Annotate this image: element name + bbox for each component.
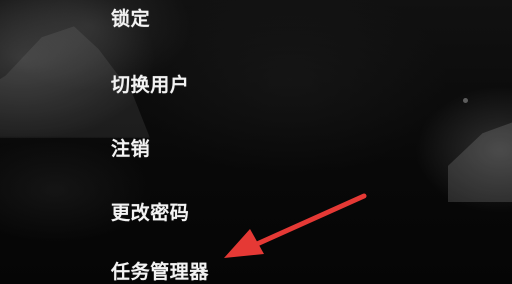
menu-item-sign-out-label: 注销 <box>111 137 151 160</box>
menu-item-change-password-label: 更改密码 <box>111 201 190 224</box>
ctrl-alt-del-menu: 锁定 切换用户 注销 更改密码 任务管理器 <box>0 0 512 284</box>
menu-item-change-password[interactable]: 更改密码 <box>111 197 193 225</box>
menu-item-lock-label: 锁定 <box>111 7 151 30</box>
menu-item-task-manager-label: 任务管理器 <box>111 260 210 283</box>
menu-item-task-manager[interactable]: 任务管理器 <box>111 256 213 284</box>
menu-item-lock[interactable]: 锁定 <box>111 3 154 31</box>
menu-item-switch-user[interactable]: 切换用户 <box>111 69 193 97</box>
menu-item-sign-out[interactable]: 注销 <box>111 133 154 161</box>
secure-attention-screen: 锁定 切换用户 注销 更改密码 任务管理器 <box>0 0 512 284</box>
menu-item-switch-user-label: 切换用户 <box>111 73 190 96</box>
